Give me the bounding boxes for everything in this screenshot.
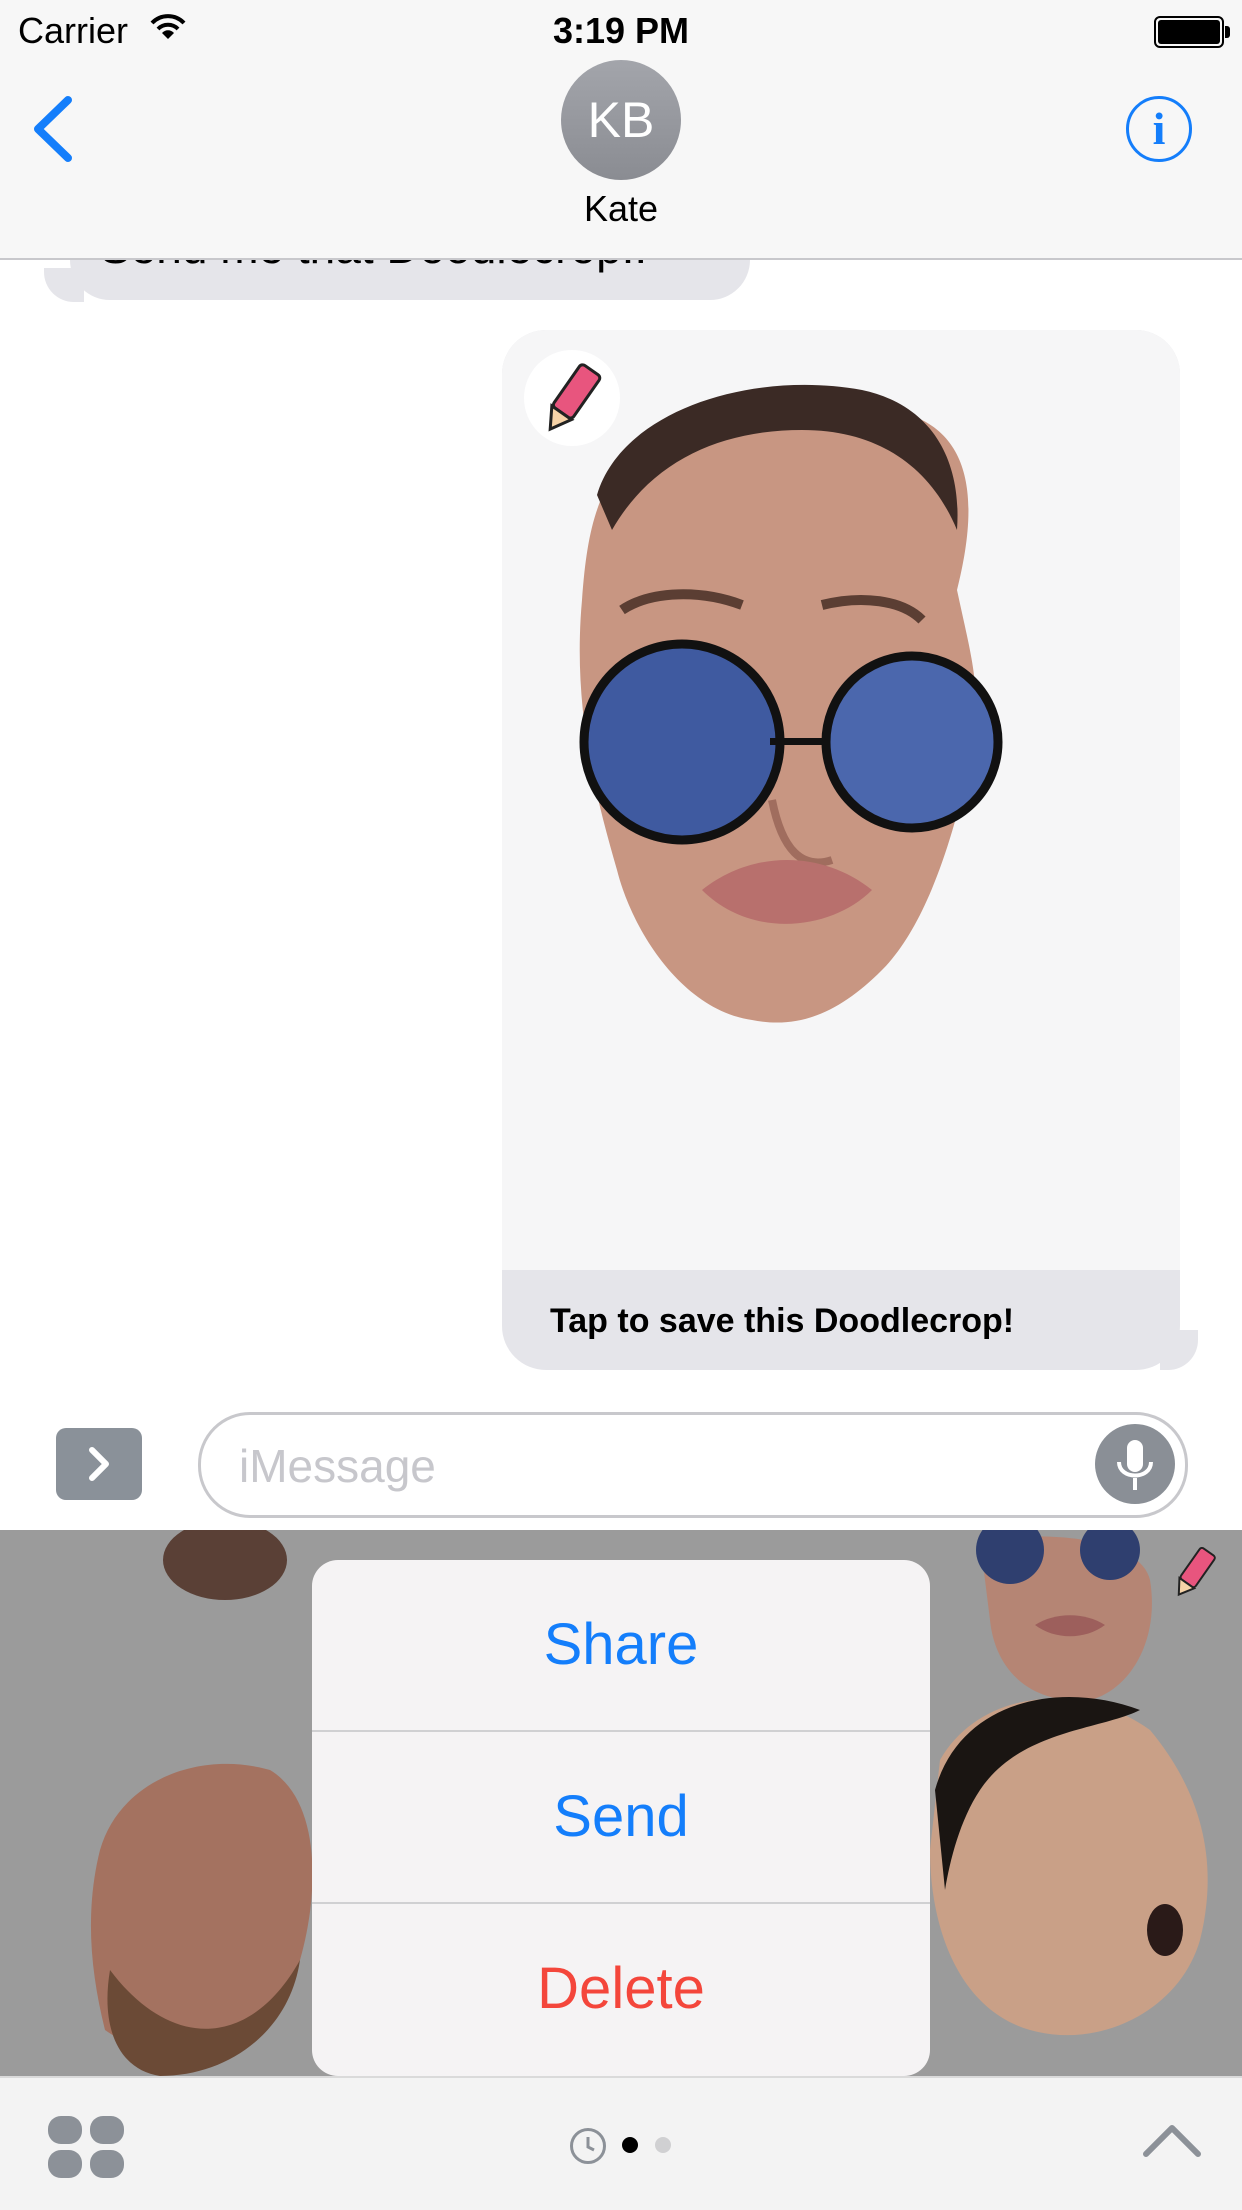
face-sticker-illustration (579, 384, 1003, 1023)
outgoing-bubble-tail (1160, 1330, 1198, 1370)
delete-button[interactable]: Delete (312, 1904, 930, 2074)
share-button[interactable]: Share (312, 1560, 930, 1730)
back-chevron-icon[interactable] (30, 96, 74, 162)
sticker-action-sheet: Share Send Delete (312, 1560, 930, 2076)
microphone-icon[interactable] (1095, 1424, 1175, 1504)
app-drawer-icon[interactable] (48, 2116, 124, 2178)
imessage-placeholder: iMessage (239, 1440, 436, 1492)
battery-icon (1154, 16, 1230, 48)
info-icon[interactable]: i (1126, 96, 1192, 162)
page-indicator-inactive[interactable] (655, 2137, 671, 2153)
contact-name[interactable]: Kate (0, 188, 1242, 230)
imessage-input[interactable]: iMessage (198, 1412, 1188, 1518)
expand-icon[interactable] (56, 1428, 142, 1500)
sticker-image (502, 330, 1180, 1270)
chevron-up-icon[interactable] (1140, 2120, 1204, 2160)
outgoing-sticker-bubble[interactable]: Tap to save this Doodlecrop! (502, 330, 1180, 1370)
contact-avatar[interactable]: KB (561, 60, 681, 180)
sticker-caption: Tap to save this Doodlecrop! (550, 1302, 1015, 1340)
app-bar (0, 2076, 1242, 2210)
recents-icon[interactable] (570, 2128, 606, 2164)
status-time: 3:19 PM (552, 10, 690, 51)
pencil-app-icon (524, 350, 620, 446)
navigation-bar: Carrier 3:19 PM KB Kate i (0, 0, 1242, 260)
page-indicator-active[interactable] (622, 2137, 638, 2153)
send-button[interactable]: Send (312, 1732, 930, 1902)
